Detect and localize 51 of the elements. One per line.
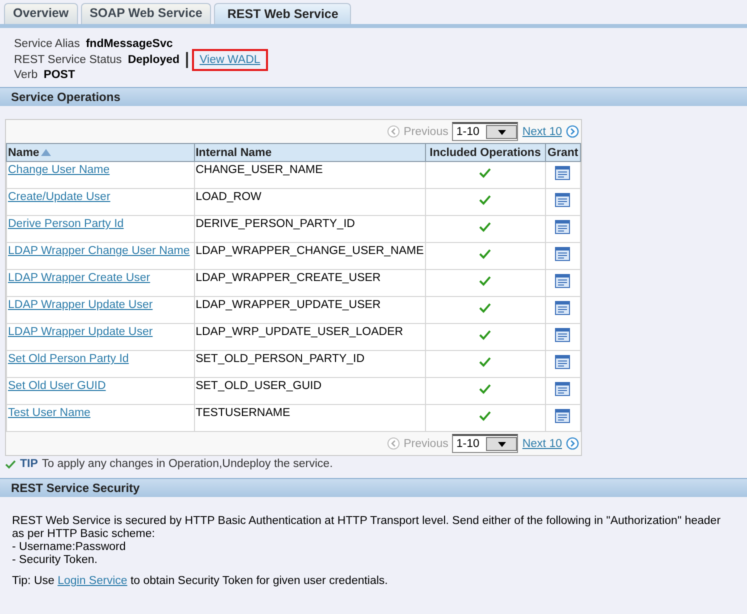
- field-label: Service Alias: [14, 38, 80, 50]
- list-item: - Username:Password: [12, 541, 127, 554]
- previous-link[interactable]: Previous: [404, 436, 448, 451]
- grant-icon[interactable]: [555, 247, 570, 262]
- next-link[interactable]: Next 10: [522, 436, 562, 451]
- table-cell: LOAD_ROW: [196, 191, 262, 204]
- tip-check-icon: [5, 460, 16, 469]
- field-label: REST Service Status: [14, 54, 122, 66]
- grant-icon[interactable]: [555, 220, 570, 234]
- tab[interactable]: SOAP Web Service: [80, 3, 212, 24]
- range-select[interactable]: 1-10: [452, 434, 518, 454]
- table-cell: DERIVE_PERSON_PARTY_ID: [196, 218, 355, 230]
- field-label: Verb: [14, 69, 38, 82]
- grant-icon[interactable]: [555, 301, 570, 316]
- table-cell: TESTUSERNAME: [196, 407, 290, 420]
- range-select[interactable]: 1-10: [452, 122, 518, 142]
- operation-link[interactable]: Test User Name: [8, 407, 90, 420]
- grant-icon[interactable]: [555, 355, 570, 370]
- grant-icon[interactable]: [555, 382, 570, 396]
- list-item: - Security Token.: [12, 554, 98, 568]
- table-cell: CHANGE_USER_NAME: [196, 164, 323, 176]
- tip-text: To apply any changes in Operation,Undeploy the service.: [42, 457, 333, 472]
- column-header[interactable]: Grant: [545, 144, 580, 162]
- tab[interactable]: Overview: [4, 3, 78, 24]
- table-cell: LDAP_WRAPPER_CHANGE_USER_NAME: [196, 245, 424, 258]
- login-service-link[interactable]: Login Service: [58, 575, 128, 588]
- field-value: fndMessageSvc: [86, 38, 173, 50]
- grant-icon[interactable]: [555, 166, 570, 180]
- next-link[interactable]: Next 10: [522, 124, 562, 139]
- column-header[interactable]: Internal Name: [194, 144, 426, 162]
- section-header: REST Service Security: [0, 478, 747, 498]
- tab[interactable]: REST Web Service: [214, 3, 352, 24]
- security-tip: Tip: Use Login Service to obtain Security Token for given user credentials.: [12, 575, 389, 588]
- table-cell: LDAP_WRAPPER_CREATE_USER: [196, 272, 381, 284]
- grant-icon[interactable]: [555, 409, 570, 424]
- previous-link[interactable]: Previous: [404, 124, 448, 139]
- field-value: Deployed: [128, 54, 180, 66]
- tip-label: TIP: [20, 457, 38, 472]
- table-cell: SET_OLD_PERSON_PARTY_ID: [196, 353, 365, 366]
- table-cell: LDAP_WRAPPER_UPDATE_USER: [196, 299, 381, 312]
- grant-icon[interactable]: [555, 328, 570, 342]
- column-header[interactable]: Name: [6, 144, 194, 162]
- view-wadl-link[interactable]: View WADL: [192, 49, 268, 72]
- security-description: REST Web Service is secured by HTTP Basic Authentication at HTTP Transport level. Send either of the following in "Authorization" header as per HTTP Basic scheme:: [12, 515, 722, 542]
- table-cell: SET_OLD_USER_GUID: [196, 380, 322, 392]
- grant-icon[interactable]: [555, 274, 570, 288]
- section-header: Service Operations: [0, 87, 747, 106]
- column-header[interactable]: Included Operations: [425, 144, 546, 162]
- table-cell: LDAP_WRP_UPDATE_USER_LOADER: [196, 326, 404, 338]
- grant-icon[interactable]: [555, 193, 570, 208]
- field-value: POST: [44, 69, 75, 82]
